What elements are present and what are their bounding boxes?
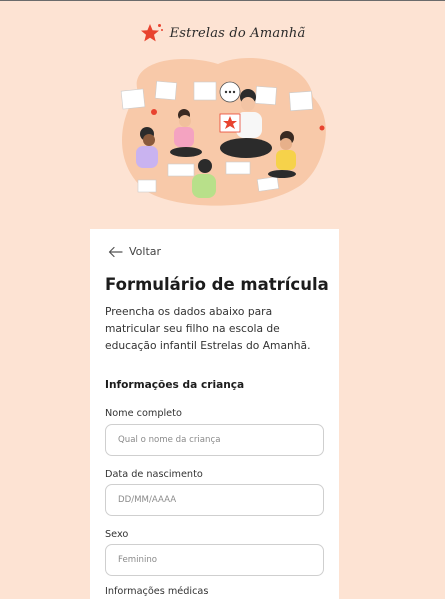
sex-label: Sexo xyxy=(105,529,129,540)
brand-header: Estrelas do Amanhã xyxy=(0,22,445,44)
full-name-input[interactable] xyxy=(105,424,324,456)
full-name-label: Nome completo xyxy=(105,408,182,419)
arrow-left-icon xyxy=(108,246,123,257)
page-title: Formulário de matrícula xyxy=(105,275,329,294)
back-button[interactable]: Voltar xyxy=(108,245,161,258)
medical-info-label: Informações médicas xyxy=(105,586,209,597)
birth-date-label: Data de nascimento xyxy=(105,469,203,480)
page-subtitle: Preencha os dados abaixo para matricular… xyxy=(105,305,311,352)
top-border xyxy=(0,0,445,1)
birth-date-input[interactable] xyxy=(105,484,324,516)
brand-name: Estrelas do Amanhã xyxy=(169,25,306,41)
classroom-illustration xyxy=(120,57,326,206)
enrollment-form-card: Voltar Formulário de matrícula Preencha … xyxy=(90,229,339,599)
star-logo-icon xyxy=(140,24,163,42)
sex-input[interactable] xyxy=(105,544,324,576)
back-label: Voltar xyxy=(129,245,162,258)
section-title-child-info: Informações da criança xyxy=(105,379,245,391)
